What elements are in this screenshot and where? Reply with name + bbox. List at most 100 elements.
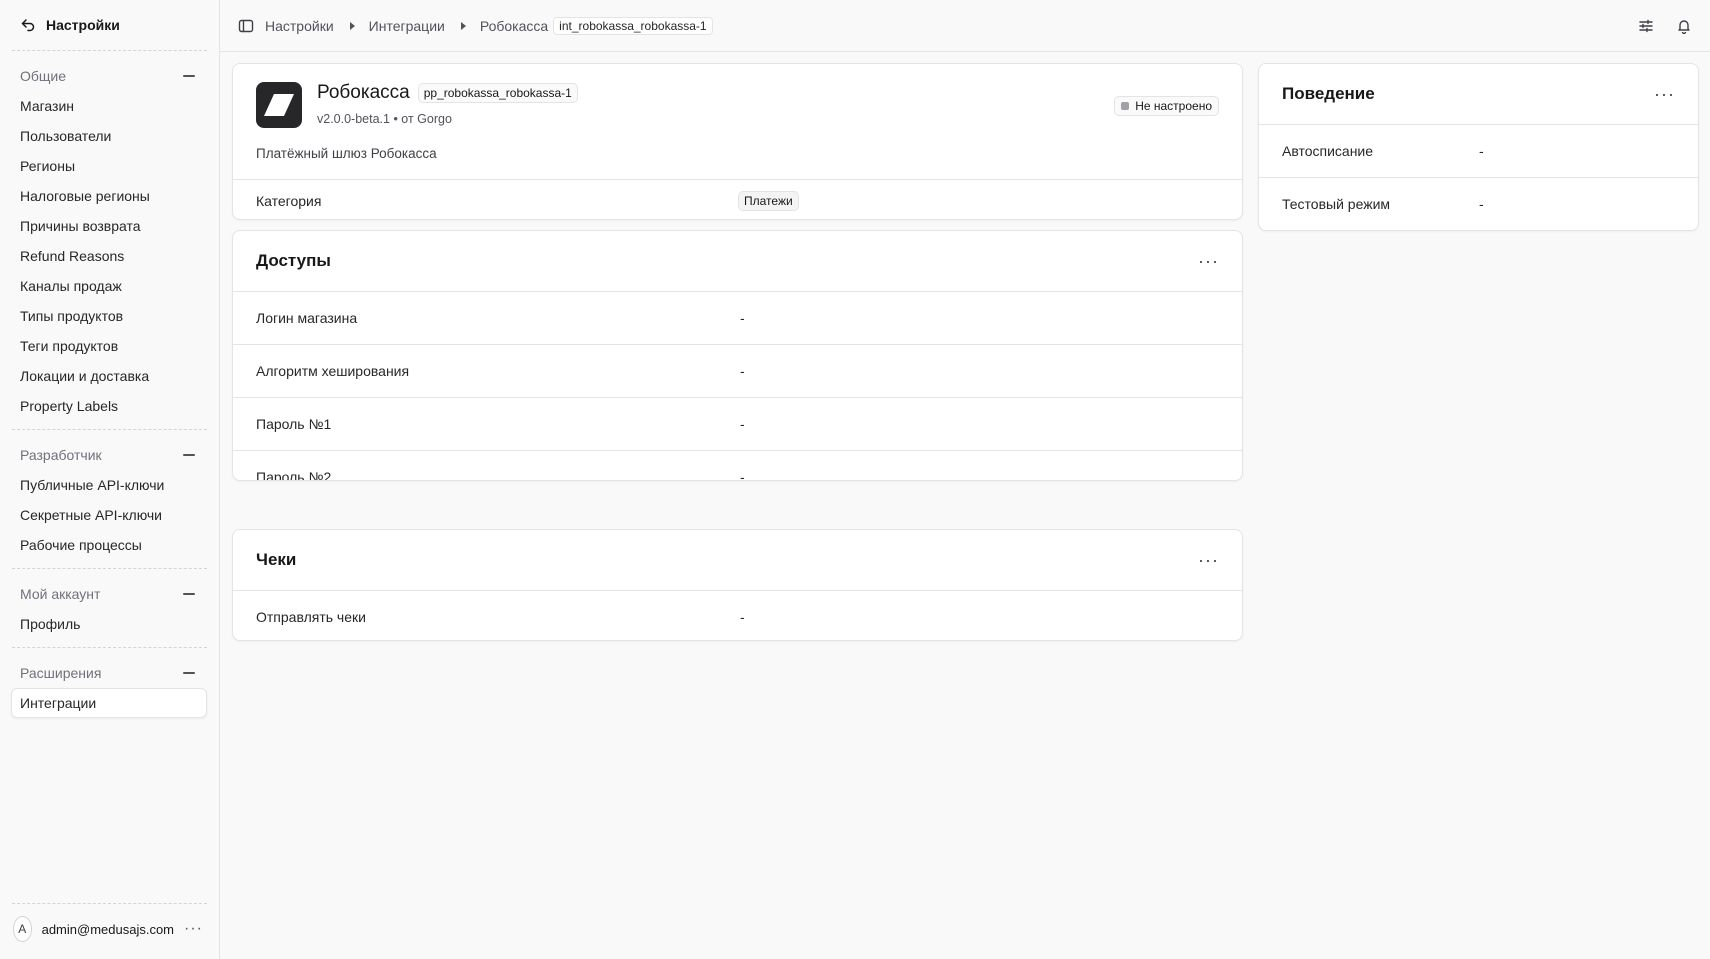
category-row: Категория Платежи <box>233 179 1242 219</box>
field-label: Отправлять чеки <box>256 608 366 625</box>
integration-description: Платёжный шлюз Робокасса <box>256 146 437 161</box>
sidebar-item-refund-reasons[interactable]: Refund Reasons <box>0 241 208 271</box>
integration-id-badge: pp_robokassa_robokassa-1 <box>417 83 578 103</box>
breadcrumb-code-badge: int_robokassa_robokassa-1 <box>553 16 713 35</box>
behavior-row: Автосписание - <box>1259 124 1698 177</box>
receipts-more-icon[interactable]: ··· <box>1198 551 1219 569</box>
sidebar-item-tax-regions[interactable]: Налоговые регионы <box>0 181 208 211</box>
sidebar-group-extensions: Расширения Интеграции <box>0 648 219 726</box>
sidebar-item-product-tags[interactable]: Теги продуктов <box>0 331 208 361</box>
receipts-card: Чеки ··· Отправлять чеки - <box>232 529 1243 641</box>
topbar: Настройки Интеграции Робокасса int_robok… <box>220 0 1710 52</box>
breadcrumb-chevron-icon <box>460 21 466 30</box>
integration-card: Робокасса pp_robokassa_robokassa-1 v2.0.… <box>232 63 1243 220</box>
sidebar-item-regions[interactable]: Регионы <box>0 151 208 181</box>
access-title: Доступы <box>256 251 331 270</box>
receipts-row: Отправлять чеки - <box>233 590 1242 640</box>
receipts-title: Чеки <box>256 550 297 569</box>
sidebar-group-toggle[interactable]: Общие <box>0 61 219 91</box>
logo-mark-icon <box>264 94 294 116</box>
collapse-icon <box>183 672 195 674</box>
main: Настройки Интеграции Робокасса int_robok… <box>220 0 1710 959</box>
user-menu-trigger[interactable]: A admin@medusajs.com ··· <box>13 915 203 943</box>
field-value: - <box>740 363 745 379</box>
field-label: Пароль №2 <box>256 469 332 481</box>
content: Робокасса pp_robokassa_robokassa-1 v2.0.… <box>220 52 1710 959</box>
behavior-card-header: Поведение ··· <box>1259 64 1698 124</box>
behavior-title: Поведение <box>1282 84 1375 103</box>
sidebar-item-store[interactable]: Магазин <box>0 91 208 121</box>
sliders-icon[interactable] <box>1638 18 1654 34</box>
breadcrumb-integrations[interactable]: Интеграции <box>369 18 445 34</box>
access-card: Доступы ··· Логин магазина - Алгоритм хе… <box>232 230 1243 481</box>
field-value: - <box>1479 196 1484 212</box>
collapse-icon <box>183 454 195 456</box>
breadcrumb-chevron-icon <box>349 21 355 30</box>
sidebar: Настройки Общие Магазин Пользователи Рег… <box>0 0 220 959</box>
field-label: Пароль №1 <box>256 416 332 432</box>
sidebar-item-sales-channels[interactable]: Каналы продаж <box>0 271 208 301</box>
receipts-card-header: Чеки ··· <box>233 530 1242 590</box>
user-email: admin@medusajs.com <box>41 921 175 937</box>
field-value: - <box>740 608 745 625</box>
group-title: Разработчик <box>20 447 102 463</box>
sidebar-item-users[interactable]: Пользователи <box>0 121 208 151</box>
field-value: - <box>1479 143 1484 159</box>
avatar: A <box>13 916 32 942</box>
sidebar-item-property-labels[interactable]: Property Labels <box>0 391 208 421</box>
integration-version: v2.0.0-beta.1 • от Gorgo <box>317 112 452 126</box>
sidebar-group-toggle[interactable]: Расширения <box>0 658 219 688</box>
field-label: Алгоритм хеширования <box>256 363 410 379</box>
sidebar-item-return-reasons[interactable]: Причины возврата <box>0 211 208 241</box>
access-row: Пароль №2 - <box>233 450 1242 481</box>
behavior-row: Тестовый режим - <box>1259 177 1698 230</box>
field-value: - <box>740 416 745 432</box>
access-row: Алгоритм хеширования - <box>233 344 1242 397</box>
group-title: Мой аккаунт <box>20 586 101 602</box>
field-label: Автосписание <box>1282 143 1374 159</box>
collapse-icon <box>183 75 195 77</box>
sidebar-item-public-api-keys[interactable]: Публичные API-ключи <box>0 470 208 500</box>
behavior-card: Поведение ··· Автосписание - Тестовый ре… <box>1258 63 1699 231</box>
sidebar-group-toggle[interactable]: Разработчик <box>0 440 219 470</box>
category-badge: Платежи <box>738 190 799 211</box>
sidebar-toggle-icon[interactable] <box>238 18 254 34</box>
more-icon[interactable]: ··· <box>184 921 203 937</box>
access-row: Пароль №1 - <box>233 397 1242 450</box>
divider <box>12 903 207 904</box>
status-badge: Не настроено <box>1114 96 1219 116</box>
sidebar-group-account: Мой аккаунт Профиль <box>0 569 219 647</box>
status-dot-icon <box>1121 102 1130 110</box>
sidebar-group-general: Общие Магазин Пользователи Регионы Налог… <box>0 51 219 429</box>
integration-name: Робокасса <box>317 82 410 103</box>
breadcrumb-settings[interactable]: Настройки <box>265 18 334 34</box>
behavior-more-icon[interactable]: ··· <box>1654 85 1675 103</box>
sidebar-group-toggle[interactable]: Мой аккаунт <box>0 579 219 609</box>
bell-icon[interactable] <box>1676 18 1692 34</box>
access-card-header: Доступы ··· <box>233 231 1242 291</box>
collapse-icon <box>183 593 195 595</box>
category-label: Категория <box>256 192 322 209</box>
settings-back-button[interactable]: Настройки <box>0 0 219 50</box>
robokassa-logo <box>256 82 302 128</box>
sidebar-title: Настройки <box>46 17 120 33</box>
sidebar-group-developer: Разработчик Публичные API-ключи Секретны… <box>0 430 219 568</box>
sidebar-item-product-types[interactable]: Типы продуктов <box>0 301 208 331</box>
field-label: Логин магазина <box>256 310 358 326</box>
sidebar-item-secret-api-keys[interactable]: Секретные API-ключи <box>0 500 208 530</box>
access-more-icon[interactable]: ··· <box>1198 252 1219 270</box>
sidebar-item-locations[interactable]: Локации и доставка <box>0 361 208 391</box>
sidebar-item-profile[interactable]: Профиль <box>0 609 208 639</box>
user-menu: A admin@medusajs.com ··· <box>0 903 219 959</box>
sidebar-item-workflows[interactable]: Рабочие процессы <box>0 530 208 560</box>
field-label: Тестовый режим <box>1282 196 1391 212</box>
group-title: Общие <box>20 68 67 84</box>
status-label: Не настроено <box>1135 99 1212 113</box>
back-arrow-icon <box>21 19 35 32</box>
group-title: Расширения <box>20 665 102 681</box>
sidebar-item-integrations[interactable]: Интеграции <box>11 688 207 718</box>
field-value: - <box>740 469 745 481</box>
breadcrumb-current: Робокасса <box>479 17 549 34</box>
access-row: Логин магазина - <box>233 291 1242 344</box>
field-value: - <box>740 310 745 326</box>
